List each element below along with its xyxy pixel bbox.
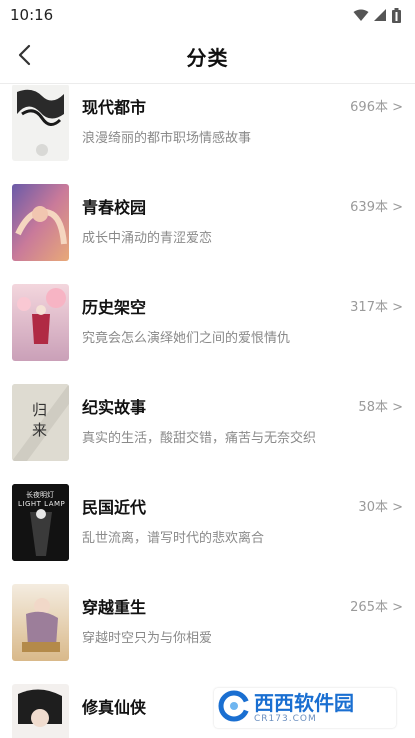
category-title: 穿越重生 [82,598,147,617]
category-count: 696本 > [350,100,403,115]
signal-icon [374,8,387,22]
logo-icon [218,690,250,726]
category-count: 30本 > [358,500,403,515]
category-description: 究竟会怎么演绎她们之间的爱恨情仇 [82,331,291,346]
page-title: 分类 [186,46,229,70]
watermark-url: CR173.COM [254,713,317,724]
category-row-history[interactable]: 历史架空 究竟会怎么演绎她们之间的爱恨情仇 317本 > [0,272,415,372]
category-list[interactable]: 现代都市 浪漫绮丽的都市职场情感故事 696本 > 青春校园 成长中涌动的青涩爱… [0,85,415,738]
category-description: 穿越时空只为与你相爱 [82,631,213,646]
chevron-left-icon [17,44,31,70]
category-description: 成长中涌动的青涩爱恋 [82,231,213,246]
back-button[interactable] [10,43,38,71]
category-description: 乱世流离，谱写时代的悲欢离合 [82,531,265,546]
category-row-republic[interactable]: 长夜明灯 LIGHT LAMP 民国近代 乱世流离，谱写时代的悲欢离合 30本 … [0,472,415,572]
app-bar: 分类 [0,30,415,84]
cover-subtitle-text: LIGHT LAMP [18,500,66,508]
book-cover: 长夜明灯 LIGHT LAMP [12,484,69,561]
battery-icon [392,7,401,23]
watermark-title: 西西软件园 [254,690,354,715]
category-row-modern-city[interactable]: 现代都市 浪漫绮丽的都市职场情感故事 696本 > [0,85,415,172]
book-cover [12,284,69,361]
category-row-time-travel[interactable]: 穿越重生 穿越时空只为与你相爱 265本 > [0,572,415,672]
category-title: 修真仙侠 [82,698,147,717]
category-description: 浪漫绮丽的都市职场情感故事 [82,131,252,146]
category-title: 现代都市 [82,98,147,117]
category-row-documentary[interactable]: 归来 纪实故事 真实的生活，酸甜交错，痛苦与无奈交织 58本 > [0,372,415,472]
category-count: 265本 > [350,600,403,615]
category-title: 纪实故事 [82,398,147,417]
cover-title-text: 长夜明灯 [26,491,54,499]
book-cover [12,85,69,161]
category-count: 639本 > [350,200,403,215]
category-count: 58本 > [358,400,403,415]
category-row-campus[interactable]: 青春校园 成长中涌动的青涩爱恋 639本 > [0,172,415,272]
book-cover [12,684,69,738]
status-bar: 10:16 [0,0,415,30]
book-cover: 归来 [12,384,69,461]
status-time: 10:16 [10,6,54,24]
category-count: 317本 > [350,300,403,315]
category-title: 历史架空 [82,298,147,317]
status-icons [353,7,401,23]
wifi-icon [353,9,369,22]
category-description: 真实的生活，酸甜交错，痛苦与无奈交织 [82,431,317,446]
category-title: 民国近代 [82,498,147,517]
watermark-logo: 西西软件园 CR173.COM [214,688,396,728]
book-cover [12,184,69,261]
category-title: 青春校园 [82,198,147,217]
cover-title-text: 归来 [32,401,48,439]
book-cover [12,584,69,661]
